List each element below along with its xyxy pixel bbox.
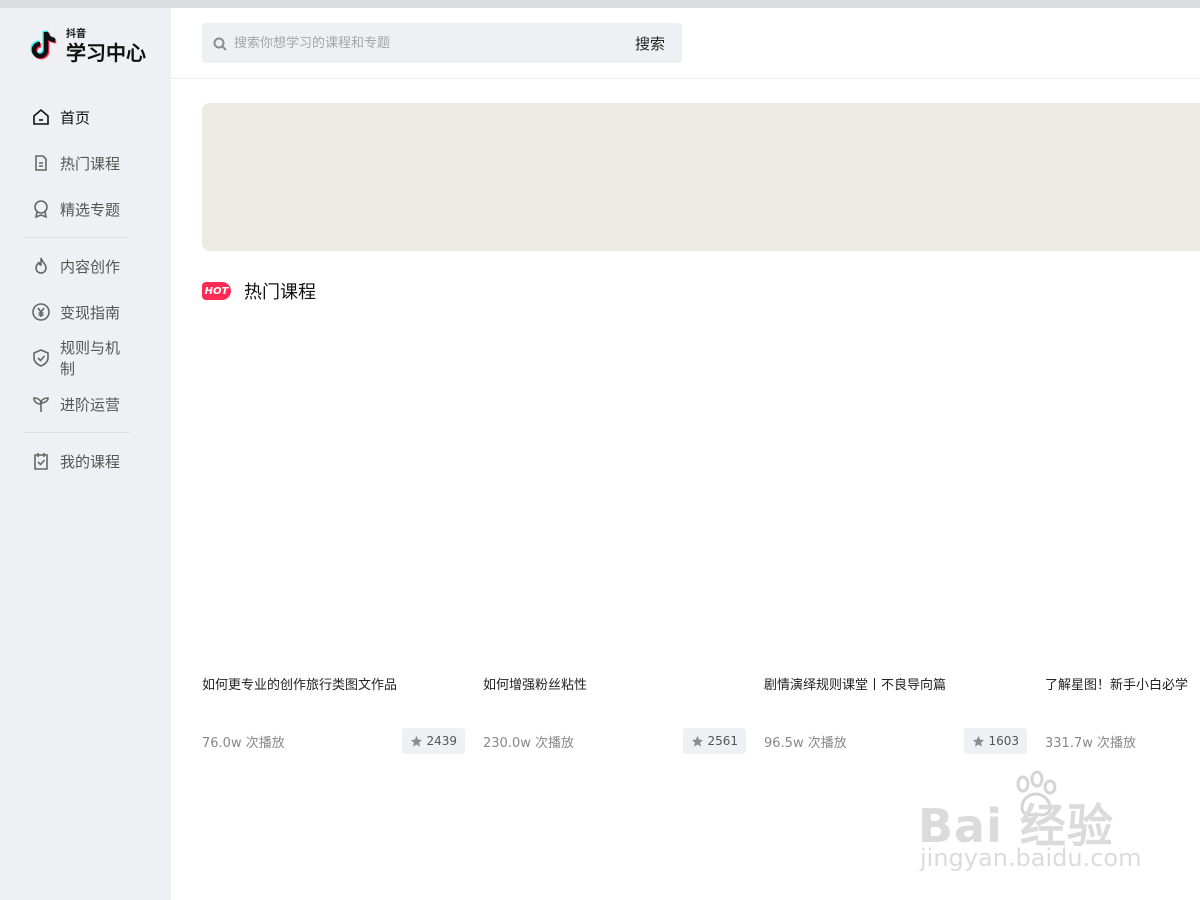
sidebar-item-rules[interactable]: 规则与机制 <box>24 335 130 381</box>
search-button[interactable]: 搜索 <box>618 33 682 54</box>
sidebar-item-hot-courses[interactable]: 热门课程 <box>24 140 130 186</box>
hot-badge: HOT <box>202 282 231 300</box>
sidebar-divider <box>24 237 130 238</box>
favorite-count: 1603 <box>988 734 1019 748</box>
section-header-hot-courses: HOT 热门课程 <box>202 278 316 304</box>
play-count: 96.5w 次播放 <box>764 735 847 751</box>
logo-title: 学习中心 <box>66 40 146 65</box>
sidebar: 抖音 学习中心 首页 热门课程 精选专题 内容创作 变现指南 规则与机制 进阶运… <box>0 8 171 900</box>
favorite-button[interactable]: 2439 <box>402 728 465 754</box>
sidebar-item-label: 我的课程 <box>60 452 121 471</box>
course-card[interactable]: 了解星图！新手小白必学 331.7w 次播放 <box>1045 676 1200 751</box>
star-icon <box>973 735 985 747</box>
sidebar-item-label: 热门课程 <box>60 154 121 173</box>
play-count: 230.0w 次播放 <box>483 735 574 751</box>
douyin-logo-icon <box>30 30 57 60</box>
sidebar-item-advanced-operation[interactable]: 进阶运营 <box>24 381 130 427</box>
yen-icon <box>31 302 51 322</box>
course-title[interactable]: 如何增强粉丝粘性 <box>483 676 746 696</box>
sidebar-item-content-creation[interactable]: 内容创作 <box>24 243 130 289</box>
sidebar-item-label: 进阶运营 <box>60 395 121 414</box>
play-count: 76.0w 次播放 <box>202 735 285 751</box>
badge-icon <box>31 199 51 219</box>
course-card[interactable]: 如何增强粉丝粘性 230.0w 次播放 2561 <box>483 676 746 754</box>
sidebar-item-label: 内容创作 <box>60 257 121 276</box>
sidebar-item-label: 首页 <box>60 108 91 127</box>
baidu-jingyan-watermark: Bai 经验 jingyan.baidu.com <box>918 770 1148 880</box>
course-card[interactable]: 如何更专业的创作旅行类图文作品 76.0w 次播放 2439 <box>202 676 465 754</box>
course-title[interactable]: 如何更专业的创作旅行类图文作品 <box>202 676 465 696</box>
sidebar-item-home[interactable]: 首页 <box>24 94 130 140</box>
clipboard-check-icon <box>31 451 51 471</box>
course-title[interactable]: 了解星图！新手小白必学 <box>1045 676 1200 696</box>
star-icon <box>411 735 423 747</box>
shield-check-icon <box>31 348 51 368</box>
sidebar-item-label: 精选专题 <box>60 200 121 219</box>
search-input[interactable] <box>234 35 618 51</box>
sprout-icon <box>31 394 51 414</box>
banner-carousel[interactable] <box>202 103 1200 251</box>
favorite-count: 2561 <box>707 734 738 748</box>
sidebar-divider <box>24 432 130 433</box>
sidebar-item-monetization-guide[interactable]: 变现指南 <box>24 289 130 335</box>
course-title[interactable]: 剧情演绎规则课堂丨不良导向篇 <box>764 676 1027 696</box>
logo-subtitle: 抖音 <box>66 28 86 40</box>
play-count: 331.7w 次播放 <box>1045 735 1136 751</box>
section-title: 热门课程 <box>244 282 316 303</box>
sidebar-item-label: 规则与机制 <box>60 339 121 378</box>
favorite-button[interactable]: 1603 <box>964 728 1027 754</box>
sidebar-item-featured-topics[interactable]: 精选专题 <box>24 186 130 232</box>
logo[interactable]: 抖音 学习中心 <box>28 26 146 66</box>
document-icon <box>31 153 51 173</box>
sidebar-item-my-courses[interactable]: 我的课程 <box>24 438 130 484</box>
favorite-count: 2439 <box>426 734 457 748</box>
sidebar-nav: 首页 热门课程 精选专题 内容创作 变现指南 规则与机制 进阶运营 我的课程 <box>24 94 130 484</box>
sidebar-item-label: 变现指南 <box>60 303 121 322</box>
home-icon <box>31 107 51 127</box>
watermark-url: jingyan.baidu.com <box>920 844 1142 872</box>
flame-icon <box>31 256 51 276</box>
top-header: 搜索 <box>171 8 1200 79</box>
favorite-button[interactable]: 2561 <box>683 728 746 754</box>
window-top-border <box>0 0 1200 8</box>
star-icon <box>692 735 704 747</box>
course-card[interactable]: 剧情演绎规则课堂丨不良导向篇 96.5w 次播放 1603 <box>764 676 1027 754</box>
search-bar: 搜索 <box>202 23 682 63</box>
search-icon <box>213 36 227 51</box>
